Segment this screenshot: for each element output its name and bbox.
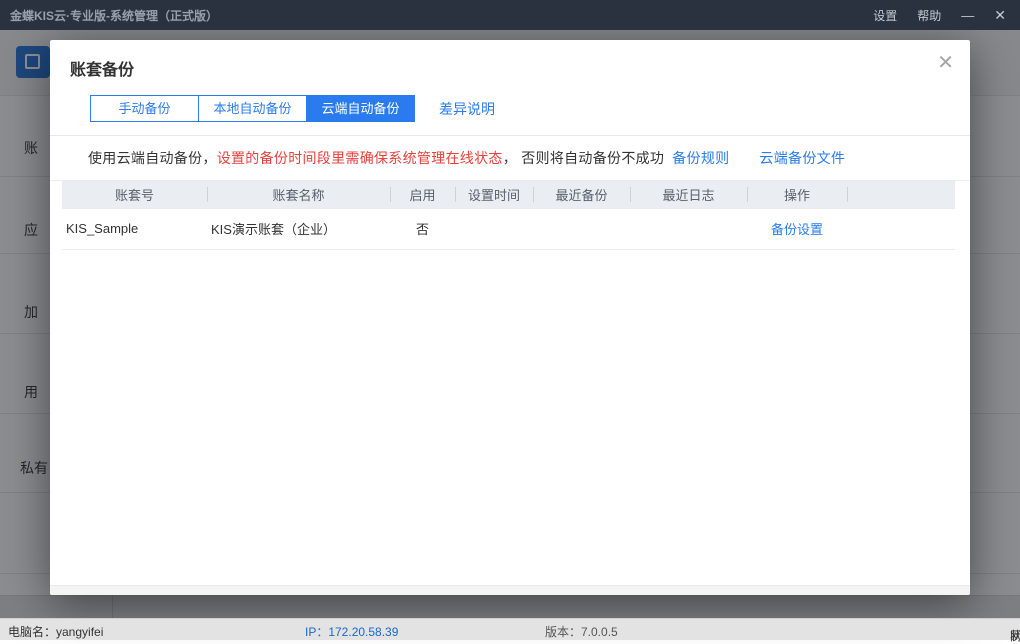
ip-address: IP：172.20.58.39 — [305, 623, 398, 640]
cloud-backup-notice: 使用云端自动备份，设置的备份时间段里需确保系统管理在线状态， 否则将自动备份不成… — [50, 136, 970, 180]
cell-recent-log — [630, 208, 747, 249]
settings-menu-button[interactable]: 设置 — [873, 7, 897, 24]
notice-comma: ， — [503, 150, 517, 166]
cell-recent-backup — [533, 208, 630, 249]
cloud-backup-files-link[interactable]: 云端备份文件 — [759, 150, 845, 166]
notice-warning-text: 设置的备份时间段里需确保系统管理在线状态 — [217, 150, 503, 166]
tab-manual-backup[interactable]: 手动备份 — [90, 95, 199, 122]
col-recent-backup: 最近备份 — [533, 181, 630, 208]
cell-account-no: KIS_Sample — [62, 208, 207, 249]
backup-dialog: ✕ 账套备份 手动备份 本地自动备份 云端自动备份 差异说明 使用云端自动备份，… — [50, 40, 970, 595]
notice-text: 否则将自动备份不成功 — [521, 150, 664, 166]
statusbar: 电脑名：yangyifei IP：172.20.58.39 版本：7.0.0.5… — [0, 618, 1020, 640]
col-set-time: 设置时间 — [455, 181, 533, 208]
col-action: 操作 — [747, 181, 847, 208]
window-title: 金蝶KIS云·专业版-系统管理（正式版） — [10, 7, 873, 24]
table-row: KIS_Sample KIS演示账套（企业） 否 备份设置 — [62, 208, 955, 249]
backup-tabs: 手动备份 本地自动备份 云端自动备份 差异说明 — [90, 95, 970, 122]
notice-text: 使用云端自动备份， — [88, 150, 217, 166]
cell-account-name: KIS演示账套（企业） — [207, 208, 390, 249]
backup-rules-link[interactable]: 备份规则 — [672, 150, 729, 166]
col-enabled: 启用 — [390, 181, 455, 208]
cell-set-time — [455, 208, 533, 249]
col-account-name: 账套名称 — [207, 181, 390, 208]
tab-difference-note[interactable]: 差异说明 — [439, 99, 495, 119]
tab-local-auto-backup[interactable]: 本地自动备份 — [198, 95, 307, 122]
backup-table: 账套号 账套名称 启用 设置时间 最近备份 最近日志 操作 KIS_Sample… — [62, 181, 955, 250]
dialog-close-icon[interactable]: ✕ — [937, 53, 954, 73]
table-header-row: 账套号 账套名称 启用 设置时间 最近备份 最近日志 操作 — [62, 181, 955, 208]
dialog-title: 账套备份 — [50, 40, 970, 80]
computer-name: 电脑名：yangyifei — [8, 623, 103, 640]
backup-settings-link[interactable]: 备份设置 — [771, 222, 823, 237]
window-close-icon[interactable]: ✕ — [994, 7, 1006, 24]
titlebar: 金蝶KIS云·专业版-系统管理（正式版） 设置 帮助 — ✕ — [0, 0, 1020, 30]
help-menu-button[interactable]: 帮助 — [917, 7, 941, 24]
col-account-no: 账套号 — [62, 181, 207, 208]
dialog-footer-strip — [50, 585, 970, 595]
minimize-icon[interactable]: — — [961, 8, 974, 23]
version-info: 版本：7.0.0.5 — [545, 623, 618, 640]
col-recent-log: 最近日志 — [630, 181, 747, 208]
tab-cloud-auto-backup[interactable]: 云端自动备份 — [306, 95, 415, 122]
cell-enabled: 否 — [390, 208, 455, 249]
